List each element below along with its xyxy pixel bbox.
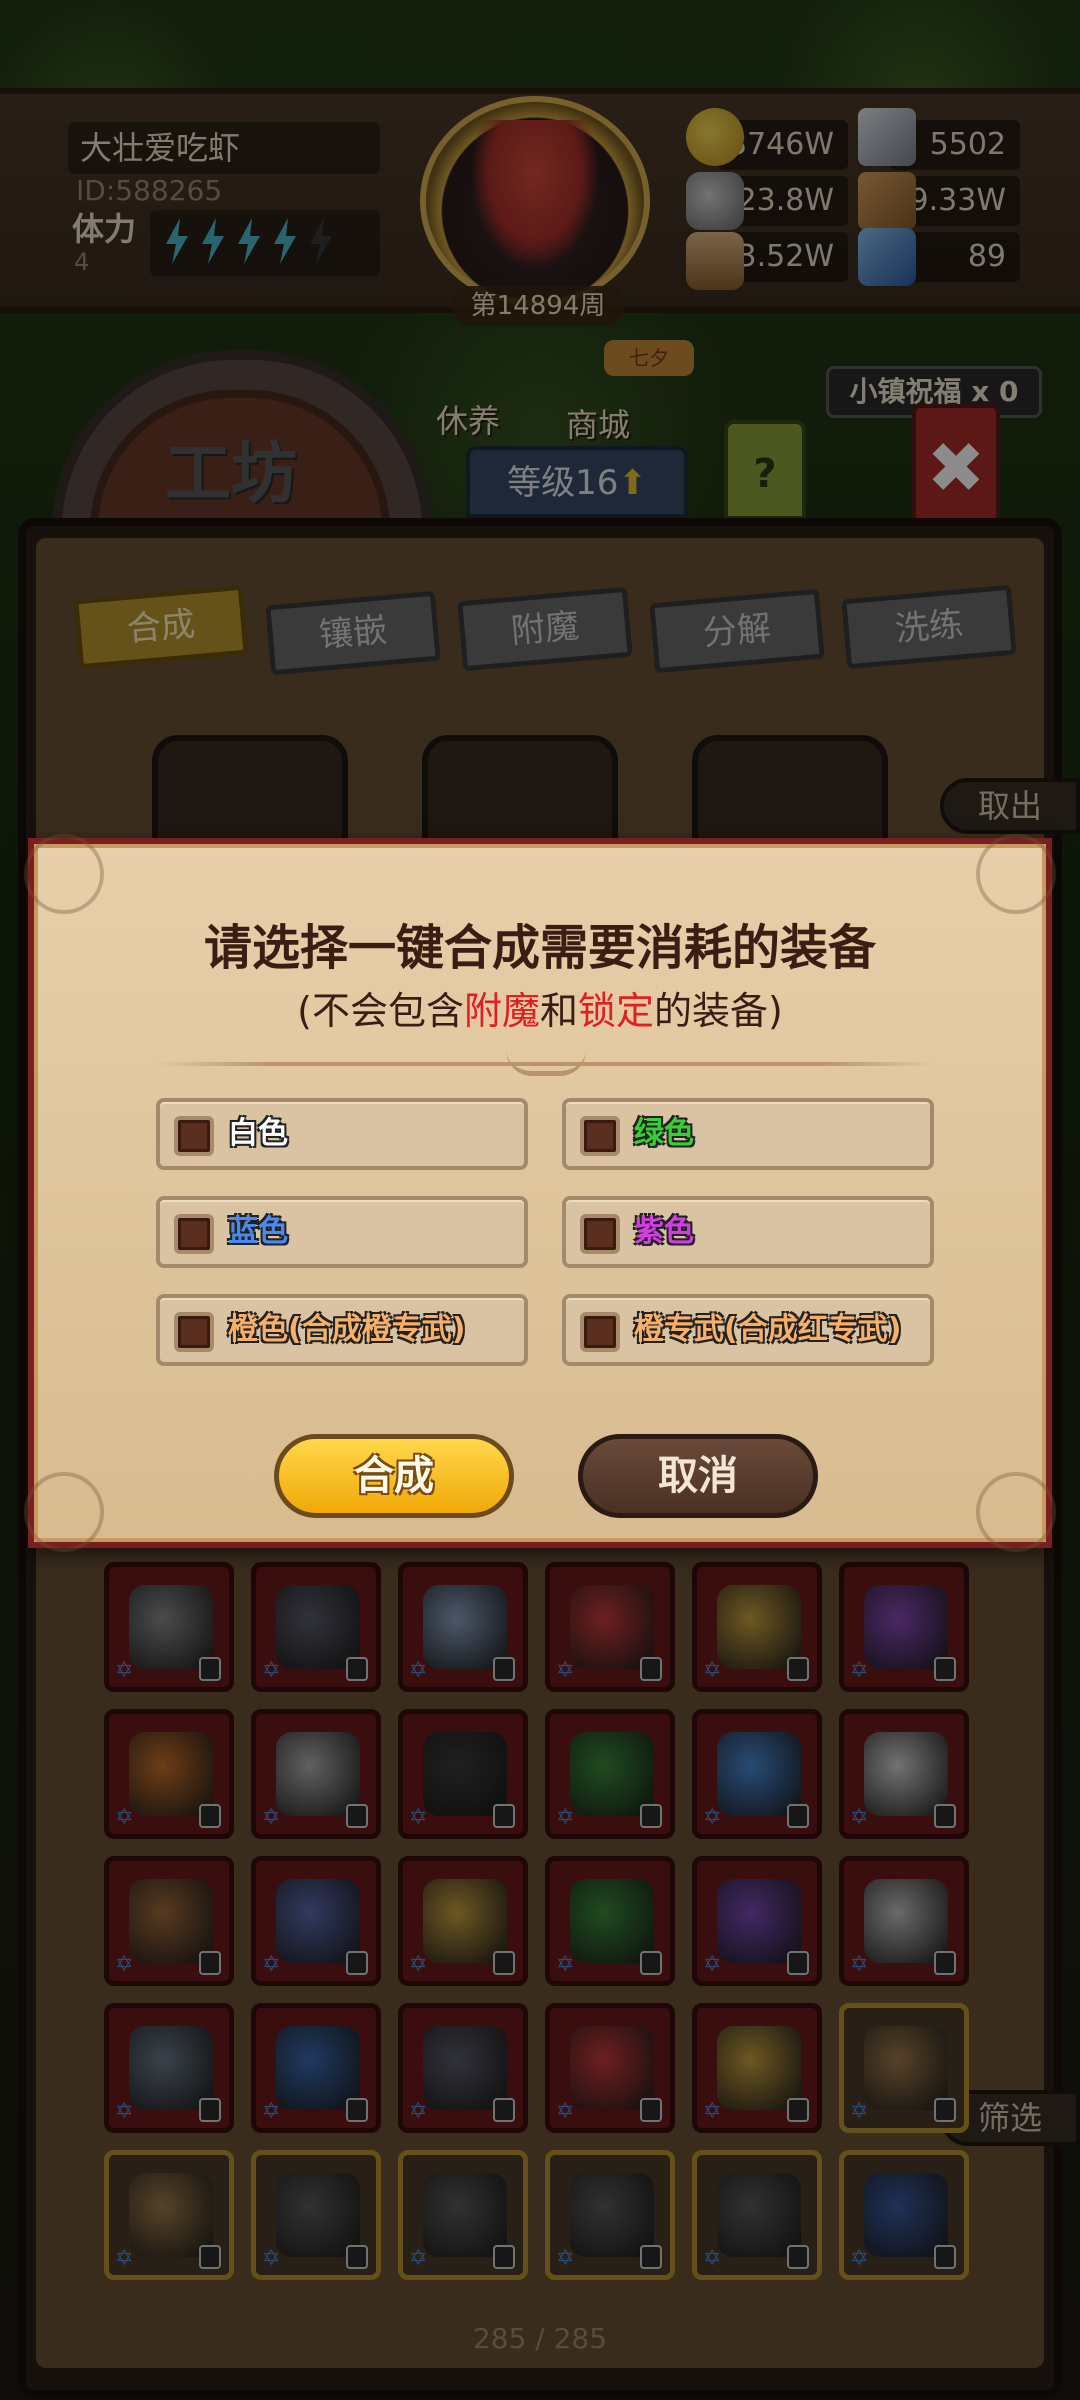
corner-ornament — [976, 1472, 1056, 1552]
cancel-button[interactable]: 取消 — [578, 1434, 818, 1518]
option-label: 白色 — [228, 1116, 288, 1151]
subtitle-locked: 锁定 — [578, 989, 655, 1033]
option-orange-exclusive[interactable]: 橙专武(合成红专武) — [562, 1294, 934, 1366]
checkbox[interactable] — [580, 1116, 620, 1156]
checkbox[interactable] — [174, 1116, 214, 1156]
corner-ornament — [24, 1472, 104, 1552]
one-click-craft-dialog: 请选择一键合成需要消耗的装备 (不会包含附魔和锁定的装备) 白色 绿色 蓝色 紫… — [24, 834, 1056, 1552]
subtitle-text: (不会包含 — [297, 989, 464, 1033]
option-white[interactable]: 白色 — [156, 1098, 528, 1170]
option-label: 橙色(合成橙专武) — [228, 1312, 466, 1347]
checkbox[interactable] — [580, 1214, 620, 1254]
corner-ornament — [24, 834, 104, 914]
subtitle-text: 和 — [539, 989, 578, 1033]
option-orange[interactable]: 橙色(合成橙专武) — [156, 1294, 528, 1366]
divider-ornament — [506, 1050, 586, 1076]
option-purple[interactable]: 紫色 — [562, 1196, 934, 1268]
checkbox[interactable] — [174, 1312, 214, 1352]
option-label: 紫色 — [634, 1214, 694, 1249]
dialog-title: 请选择一键合成需要消耗的装备 — [203, 920, 876, 976]
option-label: 橙专武(合成红专武) — [634, 1312, 902, 1347]
option-label: 蓝色 — [228, 1214, 288, 1249]
checkbox[interactable] — [174, 1214, 214, 1254]
confirm-craft-button[interactable]: 合成 — [274, 1434, 514, 1518]
corner-ornament — [976, 834, 1056, 914]
option-green[interactable]: 绿色 — [562, 1098, 934, 1170]
option-blue[interactable]: 蓝色 — [156, 1196, 528, 1268]
dialog-subtitle: (不会包含附魔和锁定的装备) — [34, 980, 1046, 1035]
option-label: 绿色 — [634, 1116, 694, 1151]
subtitle-enchant: 附魔 — [463, 989, 540, 1033]
subtitle-text: 的装备) — [654, 989, 783, 1033]
checkbox[interactable] — [580, 1312, 620, 1352]
